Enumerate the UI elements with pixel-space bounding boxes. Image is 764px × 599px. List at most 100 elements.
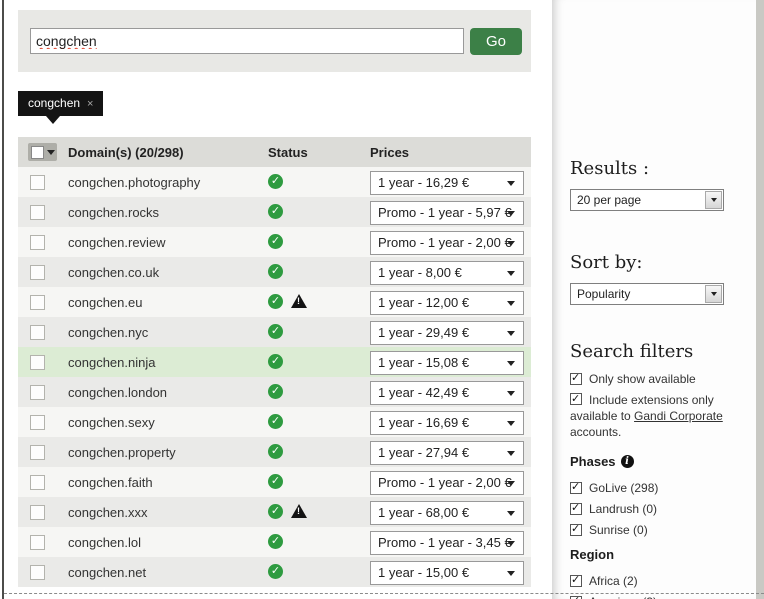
- phase-label: Landrush (0): [589, 502, 657, 516]
- row-checkbox[interactable]: [30, 265, 45, 280]
- price-select[interactable]: Promo - 1 year - 2,00 €: [370, 471, 524, 495]
- sort-by-select[interactable]: Popularity: [570, 283, 724, 305]
- row-checkbox[interactable]: [30, 175, 45, 190]
- available-check-icon: ✓: [268, 444, 283, 459]
- price-select-value: 1 year - 12,00 €: [378, 295, 469, 310]
- table-row: congchen.property ✓ 1 year - 27,94 €: [18, 437, 531, 467]
- row-checkbox[interactable]: [30, 235, 45, 250]
- row-checkbox[interactable]: [30, 295, 45, 310]
- price-select-value: 1 year - 15,08 €: [378, 355, 469, 370]
- table-body: congchen.photography ✓ 1 year - 16,29 € con…: [18, 167, 531, 587]
- phase-item: GoLive (298): [570, 481, 740, 495]
- phase-checkbox[interactable]: [570, 482, 582, 494]
- corporate-checkbox[interactable]: [570, 393, 582, 405]
- sidebar: Results : 20 per page Sort by: Popularit…: [552, 0, 756, 599]
- regions-list: Africa (2)Americas (3)Asia/Oceania (9)Eu…: [570, 574, 740, 599]
- price-select-value: 1 year - 16,69 €: [378, 415, 469, 430]
- price-select[interactable]: Promo - 1 year - 3,45 €: [370, 531, 524, 555]
- price-select-value: Promo - 1 year - 3,45 €: [378, 535, 512, 550]
- chevron-down-icon: [47, 150, 55, 155]
- price-select-value: Promo - 1 year - 2,00 €: [378, 235, 512, 250]
- available-check-icon: ✓: [268, 414, 283, 429]
- price-select[interactable]: Promo - 1 year - 5,97 €: [370, 201, 524, 225]
- row-checkbox[interactable]: [30, 505, 45, 520]
- filter-corporate: Include extensions only available to Gan…: [570, 392, 740, 440]
- available-check-icon: ✓: [268, 474, 283, 489]
- phases-title: Phases: [570, 454, 616, 469]
- domain-name: congchen.property: [68, 445, 176, 460]
- domain-name: congchen.lol: [68, 535, 141, 550]
- domain-name: congchen.nyc: [68, 325, 148, 340]
- price-select-value: 1 year - 42,49 €: [378, 385, 469, 400]
- gandi-corporate-link[interactable]: Gandi Corporate: [634, 409, 723, 423]
- price-select-value: Promo - 1 year - 5,97 €: [378, 205, 512, 220]
- domain-name: congchen.photography: [68, 175, 200, 190]
- select-all-checkbox[interactable]: [31, 146, 44, 159]
- price-select[interactable]: 1 year - 15,08 €: [370, 351, 524, 375]
- go-button[interactable]: Go: [470, 28, 522, 55]
- chevron-down-icon: [507, 361, 515, 366]
- table-row: congchen.nyc✓1 year - 29,49 €: [18, 317, 531, 347]
- search-term-tag[interactable]: congchen×: [18, 91, 103, 116]
- domain-name: congchen.review: [68, 235, 166, 250]
- only-available-checkbox[interactable]: [570, 373, 582, 385]
- table-row: congchen.co.uk✓1 year - 8,00 €: [18, 257, 531, 287]
- region-label: Americas (3): [589, 595, 657, 599]
- price-select[interactable]: Promo - 1 year - 2,00 €: [370, 231, 524, 255]
- available-check-icon: ✓: [268, 534, 283, 549]
- price-select[interactable]: 1 year - 27,94 €: [370, 441, 524, 465]
- region-heading: Region: [570, 547, 740, 562]
- domain-name: congchen.ninja: [68, 355, 155, 370]
- chevron-down-icon: [507, 541, 515, 546]
- row-checkbox[interactable]: [30, 385, 45, 400]
- close-icon[interactable]: ×: [87, 98, 93, 110]
- search-input[interactable]: [30, 28, 464, 54]
- region-checkbox[interactable]: [570, 575, 582, 587]
- chevron-down-icon: [507, 511, 515, 516]
- available-check-icon: ✓: [268, 234, 283, 249]
- price-select[interactable]: 1 year - 68,00 €: [370, 501, 524, 525]
- available-check-icon: ✓: [268, 294, 283, 309]
- price-select[interactable]: 1 year - 16,69 €: [370, 411, 524, 435]
- phase-label: Sunrise (0): [589, 523, 648, 537]
- region-item: Africa (2): [570, 574, 740, 588]
- row-checkbox[interactable]: [30, 415, 45, 430]
- select-all-dropdown[interactable]: [28, 143, 57, 161]
- chevron-down-icon: [507, 211, 515, 216]
- table-row: congchen.eu✓1 year - 12,00 €: [18, 287, 531, 317]
- chevron-down-icon: [507, 331, 515, 336]
- row-checkbox[interactable]: [30, 325, 45, 340]
- table-row: congchen.review ✓ Promo - 1 year - 2,00 €: [18, 227, 531, 257]
- sort-by-heading: Sort by:: [570, 252, 740, 273]
- region-label: Africa (2): [589, 574, 638, 588]
- phase-checkbox[interactable]: [570, 503, 582, 515]
- results-per-page-select[interactable]: 20 per page: [570, 189, 724, 211]
- row-checkbox[interactable]: [30, 535, 45, 550]
- sort-by-value: Popularity: [577, 287, 630, 301]
- row-checkbox[interactable]: [30, 565, 45, 580]
- price-select-value: 1 year - 29,49 €: [378, 325, 469, 340]
- filter-only-available: Only show available: [570, 372, 740, 386]
- domain-name: congchen.london: [68, 385, 167, 400]
- price-select[interactable]: 1 year - 12,00 €: [370, 291, 524, 315]
- price-select[interactable]: 1 year - 8,00 €: [370, 261, 524, 285]
- results-table: Domain(s) (20/298) Status Prices congche…: [18, 137, 531, 587]
- info-icon[interactable]: i: [621, 455, 634, 468]
- price-select[interactable]: 1 year - 15,00 €: [370, 561, 524, 585]
- table-row: congchen.london✓1 year - 42,49 €: [18, 377, 531, 407]
- phase-checkbox[interactable]: [570, 524, 582, 536]
- available-check-icon: ✓: [268, 264, 283, 279]
- row-checkbox[interactable]: [30, 205, 45, 220]
- chevron-down-icon: [507, 241, 515, 246]
- price-select[interactable]: 1 year - 29,49 €: [370, 321, 524, 345]
- page-cut-divider: [4, 593, 764, 594]
- row-checkbox[interactable]: [30, 445, 45, 460]
- chevron-down-icon: [507, 481, 515, 486]
- price-select[interactable]: 1 year - 42,49 €: [370, 381, 524, 405]
- row-checkbox[interactable]: [30, 355, 45, 370]
- price-select-value: Promo - 1 year - 2,00 €: [378, 475, 512, 490]
- available-check-icon: ✓: [268, 174, 283, 189]
- price-select[interactable]: 1 year - 16,29 €: [370, 171, 524, 195]
- results-heading: Results :: [570, 158, 740, 179]
- row-checkbox[interactable]: [30, 475, 45, 490]
